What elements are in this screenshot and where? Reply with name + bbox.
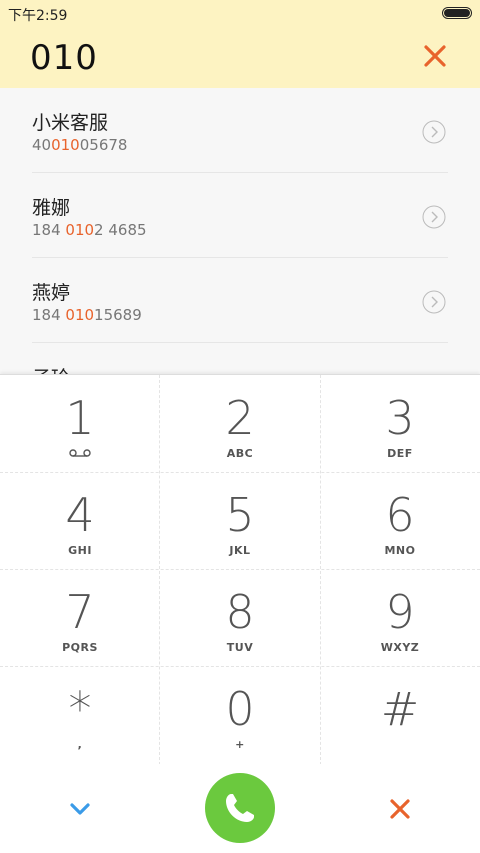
number-match-highlight: 010	[65, 306, 95, 324]
contact-name: 雅娜	[32, 197, 71, 219]
call-button[interactable]	[205, 773, 275, 843]
close-icon	[424, 45, 446, 67]
contact-row[interactable]: 小米客服 4001005678	[32, 88, 448, 173]
key-4[interactable]: 4 GHI	[0, 472, 160, 569]
key-hash[interactable]: #	[320, 666, 480, 763]
key-0[interactable]: 0 +	[160, 666, 320, 763]
close-icon	[390, 799, 410, 819]
clear-number-button[interactable]	[420, 41, 450, 71]
contact-detail-icon[interactable]	[422, 205, 446, 229]
dialer-action-bar	[0, 764, 480, 853]
key-9[interactable]: 9 WXYZ	[320, 569, 480, 666]
contact-name: 子玲	[32, 363, 70, 374]
number-match-highlight: 010	[65, 221, 95, 239]
key-7[interactable]: 7 PQRS	[0, 569, 160, 666]
voicemail-icon	[69, 449, 91, 457]
contact-row[interactable]: 燕婷 184 01015689	[32, 258, 448, 343]
contact-number: 4001005678	[32, 136, 128, 154]
contact-detail-icon[interactable]	[422, 290, 446, 314]
delete-digit-button[interactable]	[387, 796, 413, 822]
collapse-keypad-button[interactable]	[66, 796, 94, 820]
contact-name: 燕婷	[32, 282, 71, 304]
contact-row[interactable]: 子玲	[32, 343, 448, 374]
status-bar: 下午2:59	[0, 0, 480, 28]
dialed-number: 010	[30, 38, 98, 78]
key-3[interactable]: 3 DEF	[320, 375, 480, 472]
contact-name: 小米客服	[32, 112, 109, 134]
phone-icon	[226, 794, 254, 822]
contact-detail-icon[interactable]	[422, 120, 446, 144]
key-6[interactable]: 6 MNO	[320, 472, 480, 569]
contact-number: 184 0102 4685	[32, 221, 147, 239]
contact-number: 184 01015689	[32, 306, 142, 324]
contact-row[interactable]: 雅娜 184 0102 4685	[32, 173, 448, 258]
key-star[interactable]: * ,	[0, 666, 160, 763]
key-5[interactable]: 5 JKL	[160, 472, 320, 569]
status-time: 下午2:59	[8, 8, 68, 24]
dial-header: 010	[0, 28, 480, 88]
battery-icon	[442, 7, 472, 19]
key-8[interactable]: 8 TUV	[160, 569, 320, 666]
contact-results-list[interactable]: 小米客服 4001005678 雅娜 184 0102 4685 燕婷 184 …	[0, 88, 480, 374]
number-match-highlight: 010	[51, 136, 80, 154]
key-2[interactable]: 2 ABC	[160, 375, 320, 472]
dial-keypad: 1 2 ABC 3 DEF 4 GHI 5 JKL 6 MNO 7 PQRS 8…	[0, 374, 480, 765]
key-1[interactable]: 1	[0, 375, 160, 472]
chevron-down-icon	[70, 803, 90, 815]
